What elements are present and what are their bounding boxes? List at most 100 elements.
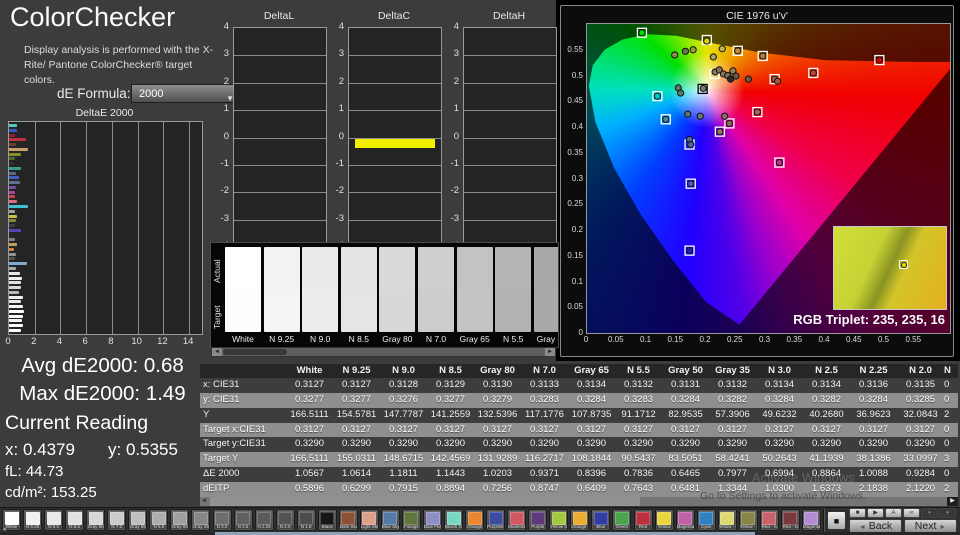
cie-measured-point (663, 116, 669, 122)
patch-Yellow[interactable]: Yellow (655, 509, 674, 531)
stop-button[interactable]: ■ (827, 511, 846, 530)
patch-Gray 35[interactable]: Gray 35 (191, 509, 210, 531)
de-bar (9, 143, 16, 146)
de-bar (9, 172, 16, 175)
patch-Yellow - S[interactable]: Yellow - S (718, 509, 737, 531)
watermark-line2: Go to Settings to activate Windows. (700, 490, 866, 502)
patch-N 8.5[interactable]: N 8.5 (65, 509, 84, 531)
deltac-chart: DeltaC 43210-1-2-3-4 (320, 10, 444, 255)
patch-Moderate Red[interactable]: Moderate Red (507, 509, 526, 531)
table-scroll-left-icon[interactable]: ◄ (201, 498, 207, 504)
patch-N 5.5[interactable]: N 5.5 (149, 509, 168, 531)
de-bar (9, 248, 14, 251)
patch-Bluish Green[interactable]: Bluish Green (444, 509, 463, 531)
patch-Gray 65[interactable]: Gray 65 (128, 509, 147, 531)
patch-N 3.0[interactable]: N 3.0 (213, 509, 232, 531)
cie-measured-point (678, 90, 684, 96)
back-button[interactable]: ◄ Back (849, 519, 902, 533)
cie-measured-point (688, 181, 694, 187)
de-bar (9, 296, 23, 299)
patch-N 9.25[interactable]: N 9.25 (23, 509, 42, 531)
deltae-bars (9, 124, 202, 334)
de-bar (9, 191, 15, 194)
max-de2000: Max dE2000: 1.49 (0, 382, 205, 406)
table-scroll-thumb[interactable] (210, 497, 640, 506)
patch-Yellow Green[interactable]: Yellow Green (549, 509, 568, 531)
patch-Magenta - S[interactable]: Magenta - S (802, 509, 821, 531)
patch-Magenta[interactable]: Magenta (676, 509, 695, 531)
deltal-chart: DeltaL 43210-1-2-3-4 (205, 10, 329, 255)
swatch-scroll-thumb[interactable] (223, 349, 287, 355)
cie-measured-point (672, 52, 678, 58)
patch-Purplish Blue[interactable]: Purplish Blue (486, 509, 505, 531)
de-bar (9, 272, 20, 275)
deltae-plot (8, 121, 203, 335)
patch-N 2.5[interactable]: N 2.5 (234, 509, 253, 531)
patch-Light Skin[interactable]: Light Skin (360, 509, 379, 531)
patch-Dark Skin[interactable]: Dark Skin (339, 509, 358, 531)
de-bar (9, 124, 17, 127)
de-bar (9, 200, 17, 203)
de-bar (9, 300, 21, 303)
cie-zoom-inset (833, 226, 947, 310)
meter-mini-button-2[interactable]: A (885, 508, 902, 518)
de-bar (9, 148, 28, 151)
patch-Red - S[interactable]: Red - S (760, 509, 779, 531)
deltae-xlabels: 02468101214 (8, 336, 201, 348)
patch-Blue[interactable]: Blue (591, 509, 610, 531)
de-bar (9, 181, 20, 184)
patch-strip: WhiteN 9.25N 9.0N 8.5Gray 80N 7.0Gray 65… (0, 507, 960, 535)
current-reading-marker (899, 260, 908, 269)
patch-Gray 80[interactable]: Gray 80 (86, 509, 105, 531)
meter-mini-button-1[interactable]: ▶ (867, 508, 884, 518)
patch-Green[interactable]: Green (612, 509, 631, 531)
de-bar (9, 153, 21, 156)
patch-Blue Sky[interactable]: Blue Sky (381, 509, 400, 531)
table-row: Target y:CIE310.32900.32900.32900.32900.… (200, 437, 958, 452)
de-bar (9, 167, 21, 170)
patch-N 2.0[interactable]: N 2.0 (276, 509, 295, 531)
patch-Orange Yellow[interactable]: Orange Yellow (570, 509, 589, 531)
cie-measured-point (876, 57, 882, 63)
patch-Black[interactable]: Black (318, 509, 337, 531)
meter-mini-button-5[interactable]: ● (939, 508, 956, 518)
patch-N 7.0[interactable]: N 7.0 (107, 509, 126, 531)
patch-Orange[interactable]: Orange (465, 509, 484, 531)
cie-panel: CIE 1976 u'v' RGB Triplet: 235, 235, 16 … (560, 5, 954, 357)
de-bar (9, 134, 15, 137)
scroll-right-icon[interactable]: ► (545, 348, 555, 356)
patch-Purple[interactable]: Purple (528, 509, 547, 531)
swatch-N 5.5: N 5.5 (495, 247, 531, 344)
meter-mini-button-3[interactable]: ∞ (903, 508, 920, 518)
meter-mini-button-0[interactable]: ■ (849, 508, 866, 518)
mini-buttons: ■▶A∞●● (849, 508, 956, 518)
patch-Blue Flower[interactable]: Blue Flower (423, 509, 442, 531)
patch-Cyan[interactable]: Cyan (697, 509, 716, 531)
de-bar (9, 291, 19, 294)
de-bar (9, 234, 14, 237)
de-bar (9, 162, 14, 165)
patch-N 1.8[interactable]: N 1.8 (297, 509, 316, 531)
patch-Red - D[interactable]: Red - D (781, 509, 800, 531)
patch-Yellow - D[interactable]: Yellow - D (739, 509, 758, 531)
rgb-triplet-label: RGB Triplet: 235, 235, 16 (793, 312, 945, 327)
meter-mini-button-4[interactable]: ● (921, 508, 938, 518)
table-header-row: WhiteN 9.25N 9.0N 8.5Gray 80N 7.0Gray 65… (200, 364, 958, 378)
next-button[interactable]: Next ► (904, 519, 957, 533)
patch-Gray 50[interactable]: Gray 50 (170, 509, 189, 531)
scroll-left-icon[interactable]: ◄ (212, 348, 222, 356)
de-bar (9, 215, 17, 218)
patch-N 9.0[interactable]: N 9.0 (44, 509, 63, 531)
watermark-line1: Activate Windows (752, 470, 855, 485)
cie-measured-point (735, 48, 741, 54)
swatch-scrollbar[interactable]: ◄ ► (211, 347, 556, 357)
table-scroll-right-icon[interactable]: ▶ (947, 497, 958, 506)
de-bar (9, 229, 21, 232)
patch-Foliage[interactable]: Foliage (402, 509, 421, 531)
de-bar (9, 186, 16, 189)
colorchecker-app: ColorChecker Display analysis is perform… (0, 0, 960, 535)
cie-measured-point (700, 85, 706, 91)
patch-Red[interactable]: Red (634, 509, 653, 531)
patch-N 2.25[interactable]: N 2.25 (255, 509, 274, 531)
swatch-Gray 80: Gray 80 (379, 247, 415, 344)
